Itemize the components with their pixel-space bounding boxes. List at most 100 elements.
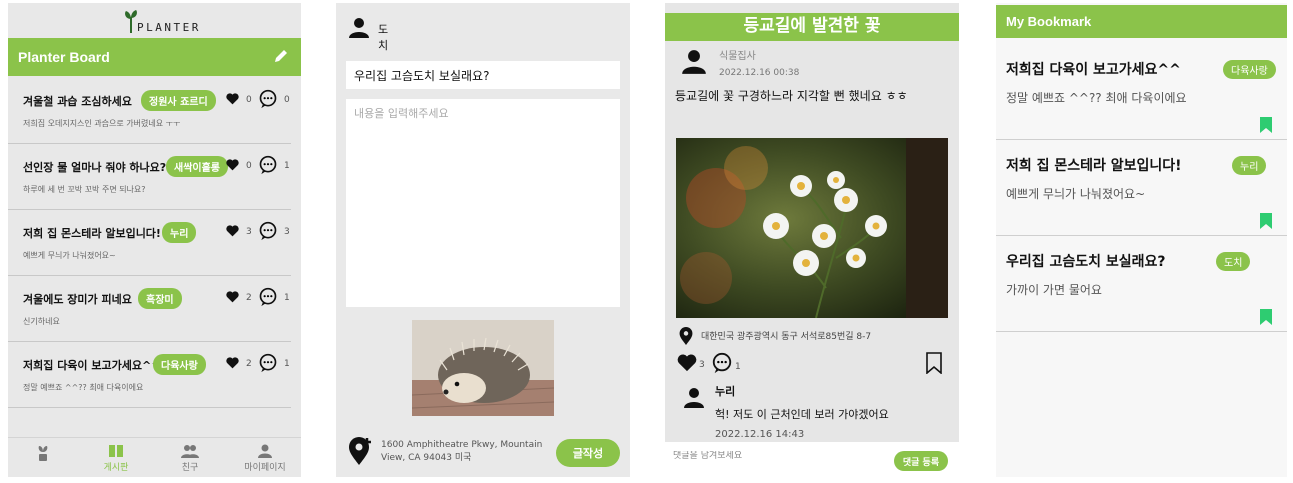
pencil-icon[interactable] bbox=[273, 48, 289, 64]
post-title: 저희 집 몬스테라 알보입니다! bbox=[23, 227, 161, 240]
comment-icon[interactable] bbox=[711, 352, 733, 374]
comment-bar: 댓글 등록 bbox=[665, 442, 959, 477]
comment-date: 2022.12.16 14:43 bbox=[715, 429, 805, 438]
comment-text: 헉! 저도 이 근처인데 보러 가야겠어요 bbox=[715, 408, 889, 421]
board-post[interactable]: 겨울에도 장미가 피네요 흑장미 2 1 신기하네요 bbox=[8, 276, 291, 342]
post-snippet: 저희집 오데지지스인 과습으로 가버렸네요 ㅜㅜ bbox=[23, 119, 181, 128]
friends-icon bbox=[181, 445, 199, 458]
comment-icon[interactable] bbox=[258, 353, 278, 373]
submit-post-button[interactable]: 글작성 bbox=[556, 439, 620, 467]
bookmark-icon[interactable] bbox=[1259, 213, 1273, 229]
avatar-icon bbox=[684, 388, 704, 408]
logo-text: PLANTER bbox=[137, 21, 201, 34]
nav-label: 마이페이지 bbox=[244, 463, 286, 473]
bookmark-title: 저희 집 몬스테라 알보입니다! bbox=[1006, 158, 1182, 174]
comment-author: 누리 bbox=[715, 385, 736, 398]
nav-friends[interactable]: 친구 bbox=[155, 444, 225, 473]
comment-count: 0 bbox=[284, 95, 290, 105]
nav-board[interactable]: 게시판 bbox=[81, 444, 151, 473]
board-post[interactable]: 선인장 물 얼마나 줘야 하나요? 새싹이홀롱 0 1 하루에 세 번 꼬박 꼬… bbox=[8, 144, 291, 210]
bookmark-snippet: 정말 예쁘죠 ^^?? 최애 다육이에요 bbox=[1006, 91, 1187, 105]
heart-icon[interactable] bbox=[226, 159, 239, 171]
post-title: 등교길에 발견한 꽃 bbox=[743, 16, 881, 36]
like-count: 3 bbox=[246, 227, 252, 237]
nav-label: 게시판 bbox=[103, 463, 129, 473]
heart-icon[interactable] bbox=[226, 357, 239, 369]
author-tag: 누리 bbox=[162, 222, 197, 243]
hedgehog-photo bbox=[412, 320, 554, 416]
post-snippet: 예쁘게 무늬가 나눠졌어요~ bbox=[23, 251, 116, 260]
bookmark-title: 저희집 다육이 보고가세요^^ bbox=[1006, 62, 1181, 78]
detail-screen: 등교길에 발견한 꽃 식물집사 2022.12.16 00:38 등교길에 꽃 … bbox=[665, 3, 959, 477]
bottom-nav: 게시판 친구 마이페이지 bbox=[8, 437, 301, 477]
add-location-icon[interactable] bbox=[349, 437, 373, 465]
location-pin-icon bbox=[679, 327, 693, 345]
comment-input[interactable] bbox=[673, 451, 873, 461]
comment-count: 1 bbox=[284, 293, 290, 303]
bookmark-snippet: 가까이 가면 물어요 bbox=[1006, 283, 1102, 297]
comment-icon[interactable] bbox=[258, 155, 278, 175]
board-icon bbox=[109, 445, 123, 457]
like-count: 2 bbox=[246, 359, 252, 369]
post-date: 2022.12.16 00:38 bbox=[719, 68, 800, 78]
post-snippet: 정말 예쁘죠 ^^?? 최애 다육이에요 bbox=[23, 383, 144, 392]
bookmark-icon[interactable] bbox=[1259, 309, 1273, 325]
author-tag: 정원사 죠르디 bbox=[141, 90, 216, 111]
content-input[interactable] bbox=[346, 99, 620, 307]
like-count: 0 bbox=[246, 95, 252, 105]
bookmark-item[interactable]: 저희 집 몬스테라 알보입니다! 누리 예쁘게 무늬가 나눠졌어요~ bbox=[996, 140, 1287, 236]
board-post[interactable]: 저희 집 몬스테라 알보입니다! 누리 3 3 예쁘게 무늬가 나눠졌어요~ bbox=[8, 210, 291, 276]
heart-icon[interactable] bbox=[226, 93, 239, 105]
address-text: 1600 Amphitheatre Pkwy, Mountain View, C… bbox=[381, 440, 543, 463]
write-screen: 도치 1600 Amphitheatre Pkwy, Mountain View… bbox=[336, 3, 630, 477]
heart-icon[interactable] bbox=[677, 354, 697, 372]
post-title: 겨울철 과습 조심하세요 bbox=[23, 95, 132, 108]
post-header: 등교길에 발견한 꽃 bbox=[665, 13, 959, 41]
nav-mypage[interactable]: 마이페이지 bbox=[230, 444, 300, 473]
flower-photo bbox=[676, 138, 948, 318]
location-text: 대한민국 광주광역시 동구 서석로85번길 8-7 bbox=[701, 332, 872, 342]
like-count: 0 bbox=[246, 161, 252, 171]
like-count: 2 bbox=[246, 293, 252, 303]
nav-home[interactable] bbox=[8, 444, 78, 464]
author-tag: 흑장미 bbox=[138, 288, 182, 309]
author-tag: 새싹이홀롱 bbox=[166, 156, 228, 177]
comment-count: 1 bbox=[284, 359, 290, 369]
bookmark-outline-icon[interactable] bbox=[925, 352, 943, 374]
nav-label: 친구 bbox=[181, 463, 199, 473]
board-post[interactable]: 저희집 다육이 보고가세요^^ 다육사랑 2 1 정말 예쁘죠 ^^?? 최애 … bbox=[8, 342, 291, 408]
post-title: 겨울에도 장미가 피네요 bbox=[23, 293, 132, 306]
app-logo: PLANTER bbox=[8, 9, 301, 37]
bookmark-screen: My Bookmark 저희집 다육이 보고가세요^^ 다육사랑 정말 예쁘죠 … bbox=[996, 3, 1287, 477]
heart-icon[interactable] bbox=[226, 291, 239, 303]
comment-count: 1 bbox=[284, 161, 290, 171]
page-title: Planter Board bbox=[18, 49, 110, 65]
board-post[interactable]: 겨울철 과습 조심하세요 정원사 죠르디 0 0 저희집 오데지지스인 과습으로… bbox=[8, 78, 291, 144]
board-screen: PLANTER Planter Board 겨울철 과습 조심하세요 정원사 죠… bbox=[8, 3, 301, 477]
bookmark-header: My Bookmark bbox=[996, 5, 1287, 38]
post-title: 저희집 다육이 보고가세요^^ bbox=[23, 359, 161, 372]
bookmark-item[interactable]: 저희집 다육이 보고가세요^^ 다육사랑 정말 예쁘죠 ^^?? 최애 다육이에… bbox=[996, 44, 1287, 140]
author-tag: 다육사랑 bbox=[153, 354, 206, 375]
post-body: 등교길에 꽃 구경하느라 지각할 뻔 했네요 ㅎㅎ bbox=[675, 89, 908, 103]
title-input[interactable] bbox=[346, 61, 620, 89]
comment-icon[interactable] bbox=[258, 89, 278, 109]
comment-count: 1 bbox=[735, 362, 741, 372]
board-header: Planter Board bbox=[8, 38, 301, 76]
bookmark-title: 우리집 고슴도치 보실래요? bbox=[1006, 254, 1166, 270]
author-name: 도치 bbox=[378, 23, 389, 52]
comment-icon[interactable] bbox=[258, 221, 278, 241]
comment-submit-button[interactable]: 댓글 등록 bbox=[894, 451, 948, 471]
plant-icon bbox=[38, 446, 48, 461]
author-tag: 누리 bbox=[1232, 156, 1267, 175]
author-tag: 도치 bbox=[1216, 252, 1251, 271]
person-icon bbox=[258, 444, 272, 458]
bookmark-item[interactable]: 우리집 고슴도치 보실래요? 도치 가까이 가면 물어요 bbox=[996, 236, 1287, 332]
page-title: My Bookmark bbox=[1006, 14, 1092, 29]
bookmark-icon[interactable] bbox=[1259, 117, 1273, 133]
like-count: 3 bbox=[699, 360, 705, 370]
comment-icon[interactable] bbox=[258, 287, 278, 307]
post-snippet: 하루에 세 번 꼬박 꼬박 주면 되나요? bbox=[23, 185, 146, 194]
heart-icon[interactable] bbox=[226, 225, 239, 237]
post-author: 식물집사 bbox=[719, 51, 756, 62]
